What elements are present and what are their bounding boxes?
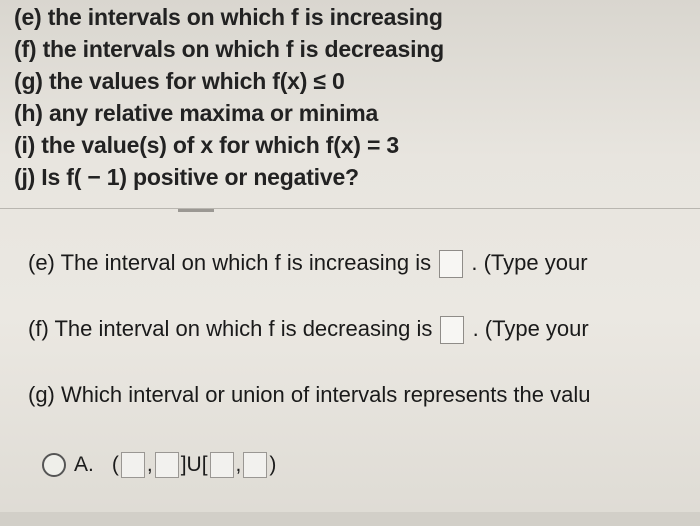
section-divider	[0, 208, 700, 209]
interval1-end-input[interactable]	[154, 452, 179, 478]
interval2-end-input[interactable]	[243, 452, 268, 478]
answer-f-input[interactable]	[440, 316, 465, 345]
question-h: (h) any relative maxima or minima	[14, 100, 379, 126]
option-a-label: A.	[74, 453, 94, 476]
answer-f-row: (f) The interval on which f is decreasin…	[28, 316, 589, 345]
answer-e-hint: . (Type your	[471, 250, 588, 275]
question-i: (i) the value(s) of x for which f(x) = 3	[14, 132, 399, 158]
answer-g-question: (g) Which interval or union of intervals…	[28, 382, 591, 407]
close-paren: )	[269, 453, 277, 476]
question-f: (f) the intervals on which f is decreasi…	[14, 36, 444, 62]
answer-f-label: (f) The interval on which f is decreasin…	[28, 316, 433, 341]
open-paren: (	[111, 453, 119, 476]
interval1-start-input[interactable]	[120, 452, 145, 478]
union-symbol: ]U[	[180, 453, 208, 476]
answer-f-hint: . (Type your	[472, 316, 589, 341]
question-g: (g) the values for which f(x) ≤ 0	[14, 68, 345, 94]
answer-e-label: (e) The interval on which f is increasin…	[28, 250, 432, 275]
answer-g-row: (g) Which interval or union of intervals…	[28, 382, 590, 408]
answer-e-row: (e) The interval on which f is increasin…	[28, 250, 588, 279]
question-e: (e) the intervals on which f is increasi…	[14, 4, 443, 30]
next-option-strip	[0, 512, 700, 526]
comma-2: ,	[235, 453, 242, 476]
option-a-radio[interactable]	[42, 453, 66, 477]
option-a[interactable]: A. ( , ]U[ , )	[42, 452, 276, 478]
interval2-start-input[interactable]	[209, 452, 234, 478]
comma-1: ,	[146, 453, 153, 476]
resize-handle[interactable]	[178, 209, 214, 212]
answer-e-input[interactable]	[439, 250, 464, 279]
question-j: (j) Is f( − 1) positive or negative?	[14, 164, 359, 190]
